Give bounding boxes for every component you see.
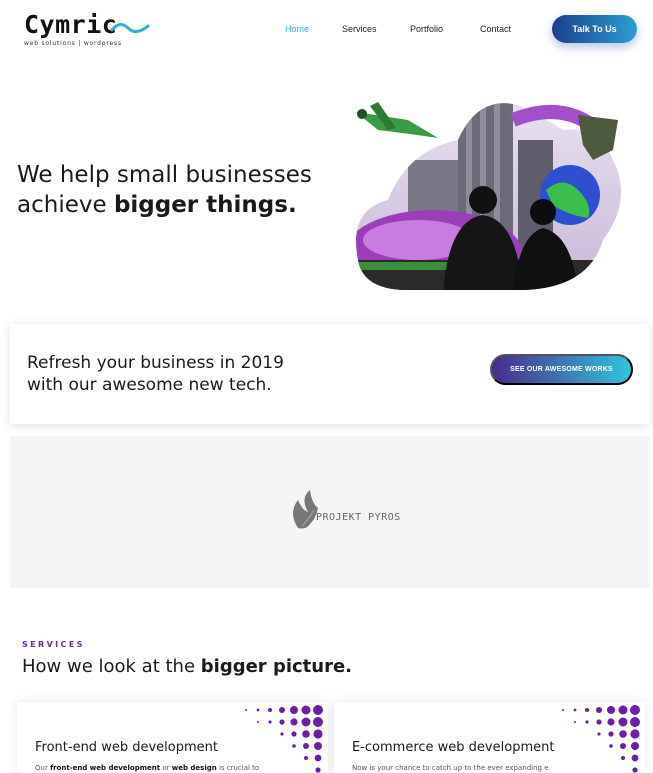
site-header: Cymric web solutions | wordpress Home Se… bbox=[0, 0, 653, 62]
logo-swoosh-icon bbox=[110, 23, 150, 33]
service-card-desc: Our front-end web development or web des… bbox=[35, 764, 259, 772]
service-card-desc: Now is your chance to catch up to the ev… bbox=[352, 764, 549, 772]
nav-services[interactable]: Services bbox=[342, 24, 377, 34]
clients-band: PROJEKT PYROS bbox=[10, 436, 650, 588]
brand-name: Cymric bbox=[24, 10, 118, 39]
refresh-line2: with our awesome new tech. bbox=[27, 375, 272, 395]
service-card-ecommerce[interactable]: E-commerce web development Now is your c… bbox=[334, 702, 645, 773]
services-heading: How we look at the bigger picture. bbox=[22, 656, 352, 677]
halftone-dots-decoration bbox=[245, 705, 323, 773]
nav-contact[interactable]: Contact bbox=[480, 24, 511, 34]
client-logo-name: PROJEKT PYROS bbox=[316, 512, 401, 523]
refresh-text: Refresh your business in 2019 with our a… bbox=[27, 352, 347, 396]
desc-text: Our bbox=[35, 764, 51, 772]
nav-portfolio[interactable]: Portfolio bbox=[410, 24, 443, 34]
talk-to-us-button[interactable]: Talk To Us bbox=[552, 15, 637, 43]
desc-text: or bbox=[160, 764, 172, 772]
desc-text: is crucial to bbox=[216, 764, 260, 772]
halftone-dots-decoration bbox=[562, 705, 640, 773]
brand-tagline: web solutions | wordpress bbox=[24, 40, 122, 47]
service-card-title: Front-end web development bbox=[35, 740, 218, 755]
hero-line2-bold: bigger things. bbox=[113, 192, 297, 218]
see-works-button[interactable]: SEE OUR AWESOME WORKS bbox=[490, 354, 633, 385]
brand-logo[interactable]: Cymric web solutions | wordpress bbox=[24, 10, 154, 50]
phoenix-icon bbox=[293, 490, 318, 529]
services-kicker: SERVICES bbox=[22, 640, 85, 649]
desc-strong: web design bbox=[171, 764, 217, 772]
refresh-line1: Refresh your business in 2019 bbox=[27, 353, 284, 373]
refresh-cta-card: Refresh your business in 2019 with our a… bbox=[10, 324, 650, 424]
hero-line2-prefix: achieve bbox=[17, 192, 107, 218]
nav-home[interactable]: Home bbox=[285, 24, 309, 34]
hero-headline-line2: achieve bigger things. bbox=[17, 192, 297, 218]
service-card-frontend[interactable]: Front-end web development Our front-end … bbox=[17, 702, 328, 773]
hero-collage-image bbox=[356, 102, 621, 290]
desc-strong: front-end web development bbox=[50, 764, 161, 772]
service-card-title: E-commerce web development bbox=[352, 740, 555, 755]
services-heading-prefix: How we look at the bbox=[22, 656, 196, 677]
services-heading-bold: bigger picture. bbox=[200, 656, 353, 677]
hero-headline-line1: We help small businesses bbox=[17, 162, 312, 188]
